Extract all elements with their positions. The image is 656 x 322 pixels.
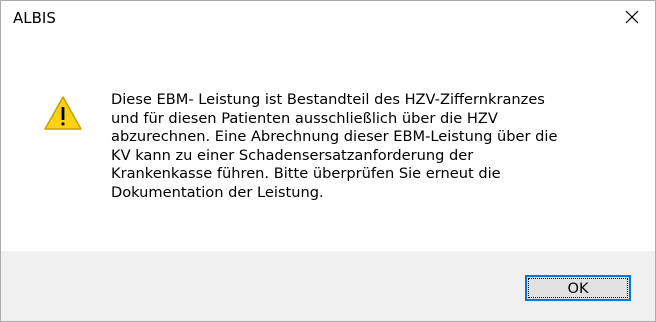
message-dialog: ALBIS Diese EBM- Leistung ist Bestandtei… [0,0,656,322]
message-text: Diese EBM- Leistung ist Bestandteil des … [111,91,631,203]
close-button[interactable] [609,1,655,33]
message-line: KV kann zu einer Schadensersatzanforderu… [111,146,474,164]
dialog-content: Diese EBM- Leistung ist Bestandteil des … [1,33,655,251]
title-bar: ALBIS [1,1,655,33]
close-icon [625,10,639,24]
window-title: ALBIS [13,9,56,27]
message-line: und für diesen Patienten ausschließlich … [111,109,498,127]
ok-button[interactable]: OK [525,275,631,301]
warning-icon [44,96,82,130]
message-line: Diese EBM- Leistung ist Bestandteil des … [111,91,545,108]
message-line: Krankenkasse führen. Bitte überprüfen Si… [111,165,501,183]
message-line: Dokumentation der Leistung. [111,183,324,201]
message-line: abzurechnen. Eine Abrechnung dieser EBM-… [111,128,558,146]
